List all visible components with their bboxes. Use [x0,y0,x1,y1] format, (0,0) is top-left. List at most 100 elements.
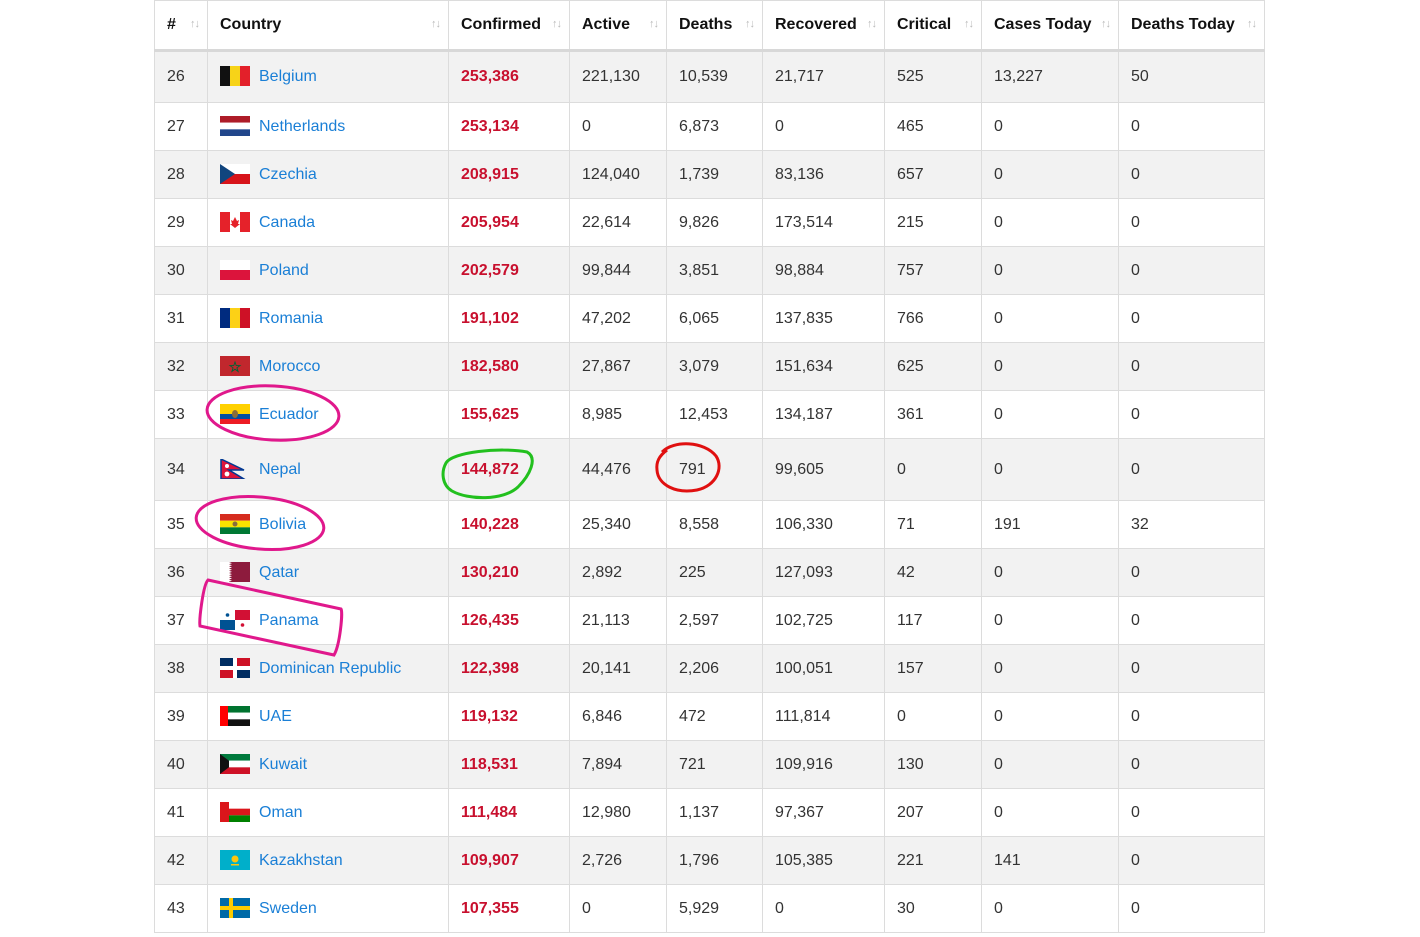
table-row: 40 Kuwait 118,531 7,894 721 109,916 130 0 0 [154,740,1265,789]
country-link[interactable]: Oman [259,804,303,821]
cell-deaths: 10,539 [666,50,763,103]
confirmed-value: 140,228 [461,515,519,533]
table-row: 28 Czechia 208,915 124,040 1,739 83,136 657 0 0 [154,150,1265,199]
country-link[interactable]: Czechia [259,166,317,183]
cell-country: Netherlands [207,102,449,151]
cell-deaths-today: 0 [1118,438,1265,501]
czechia-flag-icon [220,163,250,184]
recovered-value: 173,514 [775,213,833,231]
nepal-flag-icon [220,457,250,480]
sort-arrows-icon[interactable]: ↑↓ [649,18,659,30]
cases-today-value: 0 [994,357,1003,375]
cell-deaths: 5,929 [666,884,763,933]
active-value: 12,980 [582,803,631,821]
cases-today-value: 0 [994,707,1003,725]
country-link[interactable]: UAE [259,708,292,725]
cell-deaths: 6,065 [666,294,763,343]
country-link[interactable]: Canada [259,214,315,231]
cell-rank: 36 [154,548,208,597]
country-link[interactable]: Morocco [259,358,320,375]
country-link[interactable]: Qatar [259,564,299,581]
cell-rank: 41 [154,788,208,837]
cell-rank: 28 [154,150,208,199]
cell-confirmed: 119,132 [448,692,570,741]
country-link[interactable]: Kuwait [259,756,307,773]
country-link[interactable]: Panama [259,612,319,629]
uae-flag-icon [220,705,250,726]
country-link[interactable]: Netherlands [259,118,345,135]
cell-deaths-today: 0 [1118,198,1265,247]
cell-country: Dominican Republic [207,644,449,693]
table-row: 34 Nepal 144,872 44,476 791 99,605 0 0 0 [154,438,1265,501]
cases-today-value: 0 [994,755,1003,773]
country-link[interactable]: Poland [259,262,309,279]
cell-recovered: 99,605 [762,438,885,501]
column-header-confirmed[interactable]: Confirmed ↑↓ [448,0,570,52]
country-link[interactable]: Romania [259,310,323,327]
country-link[interactable]: Bolivia [259,516,306,533]
sort-arrows-icon[interactable]: ↑↓ [867,18,877,30]
cell-cases-today: 0 [981,548,1119,597]
column-header-deaths-today[interactable]: Deaths Today ↑↓ [1118,0,1265,52]
rank-value: 38 [167,659,185,677]
column-header-country[interactable]: Country ↑↓ [207,0,449,52]
column-header-active[interactable]: Active ↑↓ [569,0,667,52]
deaths-value: 10,539 [679,68,728,85]
column-header-confirmed-label: Confirmed [461,16,541,33]
cell-confirmed: 122,398 [448,644,570,693]
country-link[interactable]: Kazakhstan [259,852,343,869]
country-link[interactable]: Sweden [259,900,317,917]
confirmed-value: 126,435 [461,611,519,629]
country-link[interactable]: Dominican Republic [259,660,401,677]
column-header-critical[interactable]: Critical ↑↓ [884,0,982,52]
table-body: 26 Belgium 253,386 221,130 10,539 21,717 525 13… [154,50,1265,933]
deaths-value: 1,137 [679,803,720,821]
confirmed-value: 111,484 [461,803,518,821]
sort-arrows-icon[interactable]: ↑↓ [1247,18,1257,30]
recovered-value: 97,367 [775,803,824,821]
column-header-deaths[interactable]: Deaths ↑↓ [666,0,763,52]
active-value: 99,844 [582,261,631,279]
recovered-value: 21,717 [775,68,824,85]
cell-recovered: 0 [762,884,885,933]
cell-critical: 625 [884,342,982,391]
bolivia-flag-icon [220,513,250,534]
cell-recovered: 100,051 [762,644,885,693]
country-link[interactable]: Ecuador [259,406,319,423]
morocco-flag-icon [220,355,250,376]
cell-deaths: 3,851 [666,246,763,295]
sort-arrows-icon[interactable]: ↑↓ [431,18,441,30]
cell-critical: 525 [884,50,982,103]
cell-country: Bolivia [207,500,449,549]
column-header-recovered[interactable]: Recovered ↑↓ [762,0,885,52]
sort-arrows-icon[interactable]: ↑↓ [964,18,974,30]
cell-recovered: 173,514 [762,198,885,247]
rank-value: 42 [167,851,185,869]
active-value: 27,867 [582,357,631,375]
deaths-today-value: 0 [1131,899,1140,917]
column-header-cases-today[interactable]: Cases Today ↑↓ [981,0,1119,52]
sort-arrows-icon[interactable]: ↑↓ [745,18,755,30]
active-value: 124,040 [582,165,640,183]
cell-deaths: 791 [666,438,763,501]
cases-today-value: 0 [994,309,1003,327]
cases-today-value: 0 [994,213,1003,231]
column-header-rank[interactable]: # ↑↓ [154,0,208,52]
deaths-value: 3,079 [679,357,720,375]
deaths-value: 2,597 [679,611,720,629]
country-link[interactable]: Nepal [259,461,301,478]
cell-deaths-today: 32 [1118,500,1265,549]
deaths-value: 5,929 [679,899,720,917]
cell-deaths: 3,079 [666,342,763,391]
country-link[interactable]: Belgium [259,68,317,85]
cell-country: Panama [207,596,449,645]
critical-value: 157 [897,659,924,677]
sort-arrows-icon[interactable]: ↑↓ [552,18,562,30]
cell-deaths: 8,558 [666,500,763,549]
column-header-critical-label: Critical [897,16,952,33]
sort-arrows-icon[interactable]: ↑↓ [190,18,200,30]
active-value: 20,141 [582,659,631,677]
sort-arrows-icon[interactable]: ↑↓ [1101,18,1111,30]
table-header-row: # ↑↓ Country ↑↓ Confirmed ↑↓ Active ↑↓ Death… [154,0,1265,52]
cell-active: 0 [569,102,667,151]
